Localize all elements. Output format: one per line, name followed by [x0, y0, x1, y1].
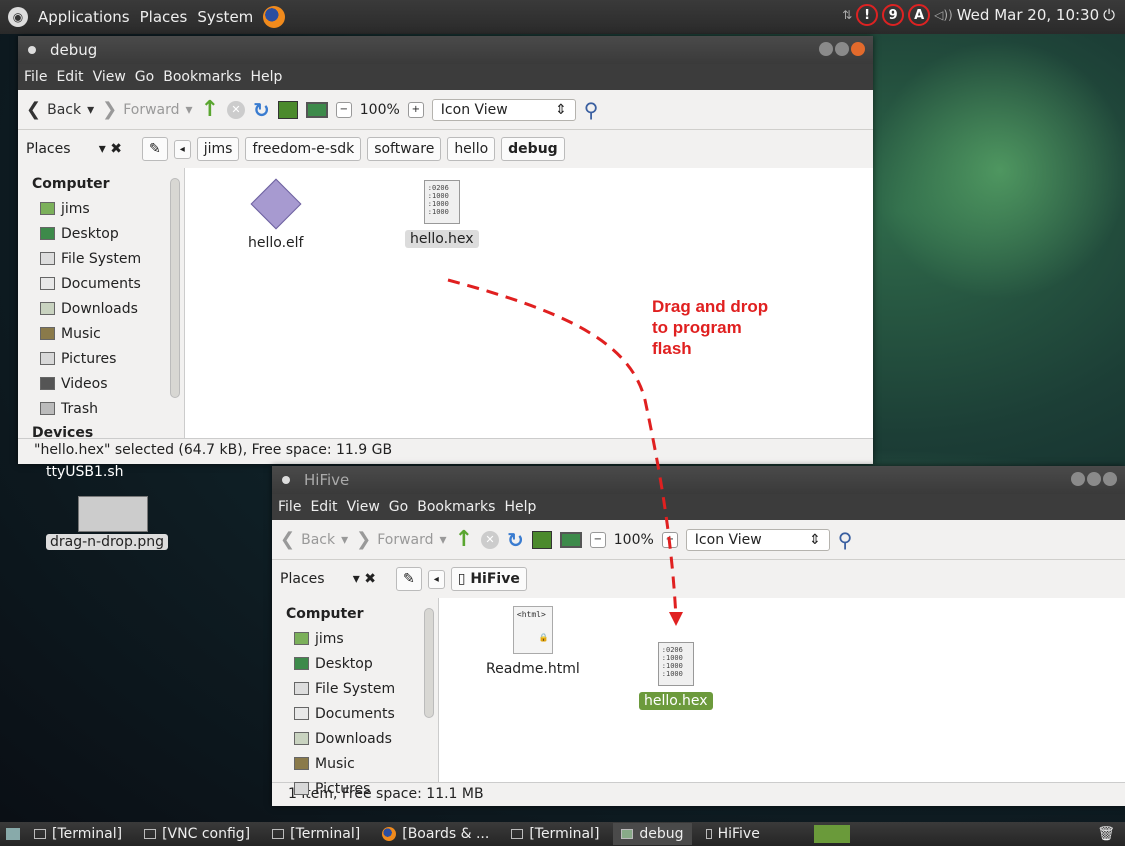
terminal-icon: [511, 829, 524, 839]
taskbar: [Terminal] [VNC config] [Terminal] [Boar…: [0, 822, 1125, 846]
taskbar-item-debug[interactable]: debug: [613, 823, 692, 845]
terminal-icon: [34, 829, 46, 839]
taskbar-item-label: [Boards & ...: [402, 826, 490, 842]
taskbar-item-terminal-1[interactable]: [Terminal]: [26, 823, 130, 845]
annotation-line: Drag and drop: [652, 297, 769, 316]
taskbar-item-label: [Terminal]: [52, 826, 123, 842]
folder-icon: [621, 829, 634, 839]
taskbar-item-vnc-config[interactable]: [VNC config]: [136, 823, 258, 845]
workspace-switcher[interactable]: [813, 825, 850, 843]
drag-arrow: [447, 278, 683, 626]
taskbar-item-label: [Terminal]: [529, 826, 600, 842]
taskbar-item-hifive[interactable]: HiFive: [698, 823, 768, 845]
taskbar-item-terminal-2[interactable]: [Terminal]: [264, 823, 368, 845]
drag-drop-annotation: Drag and drop to program flash: [652, 296, 768, 359]
taskbar-item-label: [VNC config]: [162, 826, 251, 842]
taskbar-item-label: [Terminal]: [290, 826, 361, 842]
usb-drive-icon: [705, 829, 712, 839]
taskbar-item-terminal-3[interactable]: [Terminal]: [503, 823, 607, 845]
taskbar-item-boards[interactable]: [Boards & ...: [374, 823, 497, 845]
window-icon: [144, 829, 157, 839]
annotation-line: to program: [652, 318, 742, 337]
show-desktop-icon[interactable]: [6, 828, 20, 840]
terminal-icon: [272, 829, 285, 839]
firefox-icon: [382, 827, 397, 841]
trash-icon[interactable]: 🗑: [1097, 826, 1115, 842]
taskbar-item-label: debug: [639, 826, 684, 842]
taskbar-item-label: HiFive: [717, 826, 760, 842]
annotation-line: flash: [652, 339, 692, 358]
